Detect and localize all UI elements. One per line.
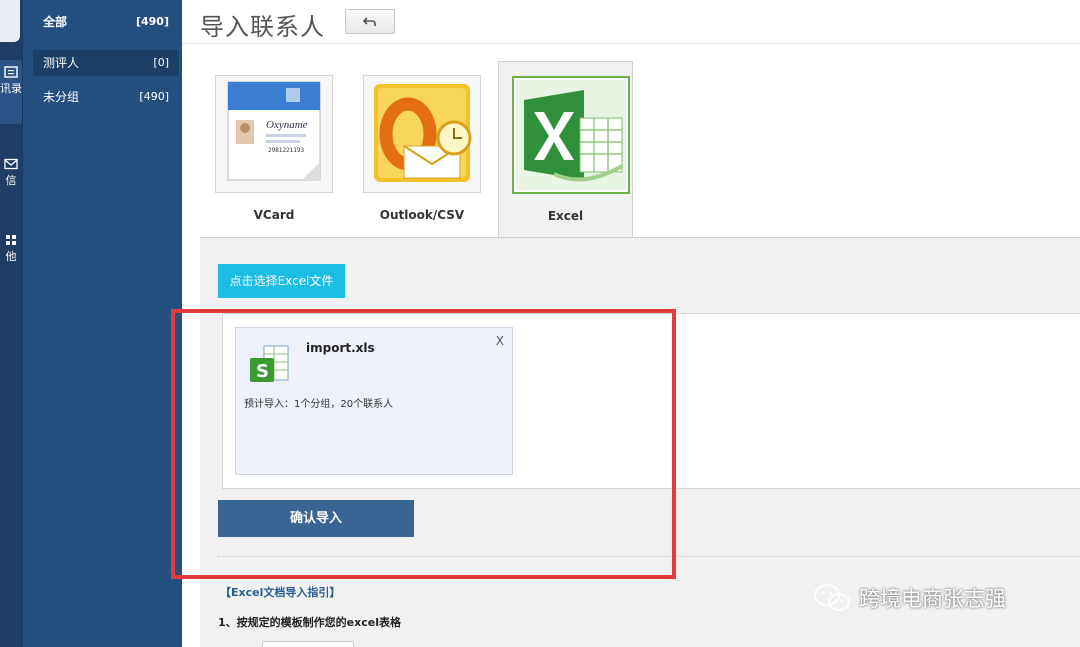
highlight-box bbox=[171, 309, 676, 579]
template-preview bbox=[262, 641, 354, 647]
rail-item-contacts[interactable]: 讯录 bbox=[0, 60, 22, 124]
grid-icon bbox=[6, 235, 16, 245]
vcard-thumbnail: Oxyname 2981221193 bbox=[215, 75, 333, 193]
contacts-icon bbox=[4, 66, 18, 78]
group-name: 全部 bbox=[43, 15, 68, 29]
excel-icon bbox=[516, 80, 626, 190]
group-item-reviewers[interactable]: 测评人 [0] bbox=[33, 50, 179, 76]
app-rail: 讯录 信 他 bbox=[0, 0, 22, 647]
vcard-icon: Oxyname 2981221193 bbox=[227, 81, 321, 181]
vcard-number: 2981221193 bbox=[268, 147, 305, 154]
watermark-text: 跨境电商张志强 bbox=[859, 587, 1006, 611]
import-source-tabs: Oxyname 2981221193 VCard Outlook/CSV Exc… bbox=[182, 45, 1080, 239]
vcard-name: Oxyname bbox=[266, 119, 308, 131]
tab-label: VCard bbox=[253, 208, 295, 222]
rail-label-other: 他 bbox=[5, 250, 17, 263]
tab-label: Outlook/CSV bbox=[379, 208, 465, 222]
choose-excel-file-button[interactable]: 点击选择Excel文件 bbox=[218, 264, 345, 298]
rail-item-other[interactable]: 他 bbox=[0, 234, 22, 274]
group-item-all[interactable]: 全部 [490] bbox=[33, 9, 179, 35]
guide-title[interactable]: 【Excel文档导入指引】 bbox=[220, 584, 340, 600]
group-count: [490] bbox=[135, 15, 169, 28]
back-arrow-icon bbox=[363, 16, 376, 26]
outlook-thumbnail bbox=[363, 75, 481, 193]
page-title: 导入联系人 bbox=[200, 13, 325, 41]
page-header: 导入联系人 bbox=[182, 0, 1080, 44]
group-name: 测评人 bbox=[43, 56, 80, 70]
tab-excel[interactable]: Excel bbox=[498, 61, 633, 239]
back-button[interactable] bbox=[345, 9, 395, 34]
group-item-ungrouped[interactable]: 未分组 [490] bbox=[33, 84, 179, 110]
rail-label-mail: 信 bbox=[5, 174, 17, 187]
mail-icon bbox=[4, 158, 18, 170]
tab-vcard[interactable]: Oxyname 2981221193 VCard bbox=[212, 61, 347, 238]
rail-item-mail[interactable]: 信 bbox=[0, 158, 22, 198]
guide-step-1: 1、按规定的模板制作您的excel表格 bbox=[218, 616, 401, 629]
group-count: [0] bbox=[153, 56, 169, 69]
group-count: [490] bbox=[139, 90, 169, 103]
wechat-icon bbox=[814, 584, 850, 611]
avatar[interactable] bbox=[0, 0, 20, 42]
group-name: 未分组 bbox=[43, 90, 80, 104]
tab-outlook[interactable]: Outlook/CSV bbox=[360, 61, 495, 238]
excel-thumbnail bbox=[512, 76, 630, 194]
watermark: 跨境电商张志强 bbox=[813, 583, 1006, 613]
rail-label-contacts: 讯录 bbox=[0, 82, 22, 95]
group-sidebar: 全部 [490] 测评人 [0] 未分组 [490] bbox=[22, 0, 182, 647]
outlook-icon bbox=[374, 84, 472, 182]
tab-label: Excel bbox=[547, 209, 584, 223]
